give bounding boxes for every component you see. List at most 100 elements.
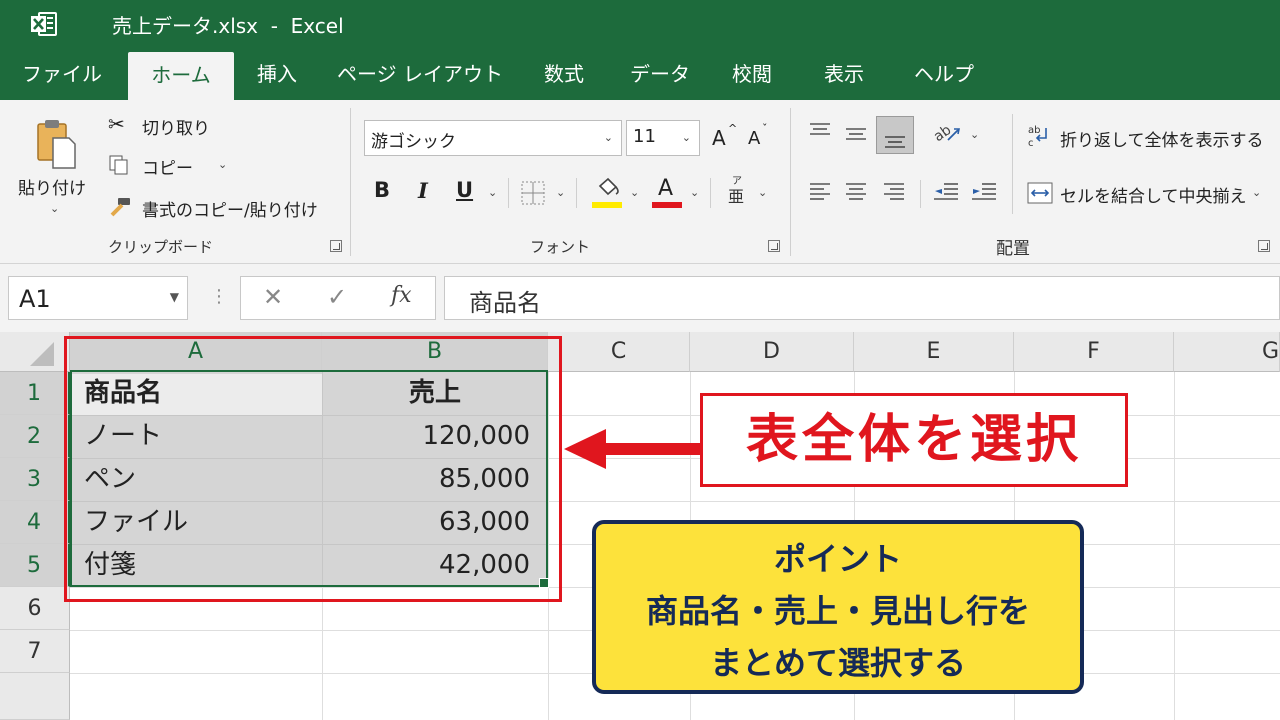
svg-text:ab: ab <box>1028 125 1040 136</box>
cut-label: 切り取り <box>142 119 210 139</box>
insert-function-icon[interactable]: fx <box>391 283 412 308</box>
align-right-icon[interactable] <box>880 180 908 210</box>
ribbon-tabs: ファイル ホーム 挿入 ページ レイアウト 数式 データ 校閲 表示 ヘルプ <box>0 48 1280 100</box>
font-name-value: 游ゴシック <box>371 132 456 152</box>
paintbrush-icon <box>108 196 132 222</box>
name-box[interactable]: A1 ▼ <box>8 276 188 320</box>
row-header-3[interactable]: 3 <box>0 458 70 501</box>
cancel-icon[interactable]: ✕ <box>263 283 283 311</box>
row-header-8[interactable] <box>0 673 70 720</box>
format-painter-button[interactable]: 書式のコピー/貼り付け <box>108 194 338 222</box>
tab-file[interactable]: ファイル <box>14 48 110 100</box>
row-header-6[interactable]: 6 <box>0 587 70 630</box>
chevron-down-icon[interactable]: ⌄ <box>630 186 639 199</box>
tool-divider <box>576 178 577 208</box>
table-highlight-frame <box>64 336 562 602</box>
align-bottom-icon[interactable] <box>876 116 914 154</box>
formula-input[interactable]: 商品名 <box>444 276 1280 320</box>
orientation-icon[interactable]: ab <box>931 120 962 150</box>
point-line-2: まとめて選択する <box>709 644 966 682</box>
scissors-icon: ✂ <box>108 112 125 136</box>
tab-insert[interactable]: 挿入 <box>244 48 310 100</box>
copy-button[interactable]: コピー ⌄ <box>108 152 238 180</box>
wrap-text-label: 折り返して全体を表示する <box>1060 131 1264 151</box>
point-title: ポイント <box>773 540 902 578</box>
underline-button[interactable]: U <box>456 178 480 208</box>
excel-icon <box>30 10 58 38</box>
row-header-5[interactable]: 5 <box>0 544 70 587</box>
tool-divider <box>1012 114 1013 214</box>
merge-center-button[interactable]: セルを結合して中央揃え ⌄ <box>1026 178 1270 210</box>
paint-bucket-icon <box>594 176 622 204</box>
tab-page-layout[interactable]: ページ レイアウト <box>330 48 510 100</box>
row-header-7[interactable]: 7 <box>0 630 70 673</box>
arrow-left-icon <box>562 426 702 476</box>
formula-buttons: ✕ ✓ fx <box>240 276 436 320</box>
cut-button[interactable]: ✂ 切り取り <box>108 112 228 140</box>
dialog-launcher-icon[interactable] <box>768 240 780 252</box>
dialog-launcher-icon[interactable] <box>330 240 342 252</box>
group-divider <box>790 108 791 256</box>
checkmark-icon[interactable]: ✓ <box>327 283 347 311</box>
bold-button[interactable]: B <box>374 178 398 208</box>
column-header-d[interactable]: D <box>690 332 854 372</box>
align-middle-icon[interactable] <box>842 120 870 150</box>
chevron-down-icon: ⌄ <box>681 131 691 144</box>
formula-bar: A1 ▼ ⋮ ✕ ✓ fx 商品名 <box>0 264 1280 332</box>
font-size-value: 11 <box>633 126 656 147</box>
copy-icon <box>108 154 130 180</box>
dialog-launcher-icon[interactable] <box>1258 240 1270 252</box>
align-left-icon[interactable] <box>806 180 834 210</box>
borders-icon[interactable] <box>520 180 546 210</box>
fill-color-button[interactable] <box>590 176 624 210</box>
column-header-g[interactable]: G <box>1174 332 1280 372</box>
chevron-down-icon[interactable]: ⌄ <box>970 128 979 141</box>
tab-help[interactable]: ヘルプ <box>898 48 990 100</box>
chevron-down-icon[interactable]: ⌄ <box>556 186 565 199</box>
tool-divider <box>508 178 509 208</box>
align-center-icon[interactable] <box>842 180 870 210</box>
align-top-icon[interactable] <box>806 120 834 150</box>
row-header-1[interactable]: 1 <box>0 372 70 415</box>
grow-font-button[interactable]: A ^ <box>710 122 737 152</box>
tab-review[interactable]: 校閲 <box>718 48 786 100</box>
italic-button[interactable]: I <box>418 178 438 208</box>
chevron-down-icon: ⌄ <box>218 158 228 171</box>
gridline <box>1174 372 1175 720</box>
chevron-down-icon: ⌄ <box>50 202 60 215</box>
more-options-icon[interactable]: ⋮ <box>210 286 228 307</box>
chevron-down-icon[interactable]: ⌄ <box>488 186 497 199</box>
font-color-button[interactable]: A <box>650 176 684 210</box>
column-header-f[interactable]: F <box>1014 332 1174 372</box>
clipboard-group-label: クリップボード <box>108 238 214 256</box>
tab-data[interactable]: データ <box>618 48 702 100</box>
select-all-button[interactable] <box>0 332 70 372</box>
phonetic-guide-icon[interactable]: ア亜 <box>726 174 750 210</box>
decrease-indent-icon[interactable] <box>932 180 960 210</box>
svg-text:亜: 亜 <box>728 187 744 206</box>
row-header-2[interactable]: 2 <box>0 415 70 458</box>
tab-home[interactable]: ホーム <box>128 52 234 100</box>
font-size-dropdown[interactable]: 11 ⌄ <box>626 120 700 156</box>
window-title: 売上データ.xlsx - Excel <box>112 14 344 38</box>
wrap-text-button[interactable]: ab c 折り返して全体を表示する <box>1026 122 1266 154</box>
font-name-dropdown[interactable]: 游ゴシック ⌄ <box>364 120 622 156</box>
tab-view[interactable]: 表示 <box>808 48 880 100</box>
shrink-font-button[interactable]: A ˇ <box>746 122 772 152</box>
chevron-down-icon[interactable]: ⌄ <box>758 186 767 199</box>
svg-text:ab: ab <box>932 122 954 145</box>
select-all-callout: 表全体を選択 <box>700 393 1128 487</box>
paste-button[interactable]: 貼り付け ⌄ <box>14 110 94 220</box>
column-header-g-label: G <box>1261 339 1279 364</box>
column-header-e[interactable]: E <box>854 332 1014 372</box>
ribbon: 貼り付け ⌄ ✂ 切り取り コピー ⌄ 書式のコピー/貼り付け クリップボード … <box>0 100 1280 264</box>
row-header-4[interactable]: 4 <box>0 501 70 544</box>
paste-label: 貼り付け <box>18 179 86 199</box>
increase-indent-icon[interactable] <box>970 180 998 210</box>
column-header-c[interactable]: C <box>548 332 690 372</box>
chevron-down-icon: ⌄ <box>603 131 613 144</box>
tool-divider <box>710 178 711 208</box>
tab-formulas[interactable]: 数式 <box>530 48 598 100</box>
chevron-down-icon[interactable]: ⌄ <box>690 186 699 199</box>
formula-value: 商品名 <box>469 289 541 317</box>
